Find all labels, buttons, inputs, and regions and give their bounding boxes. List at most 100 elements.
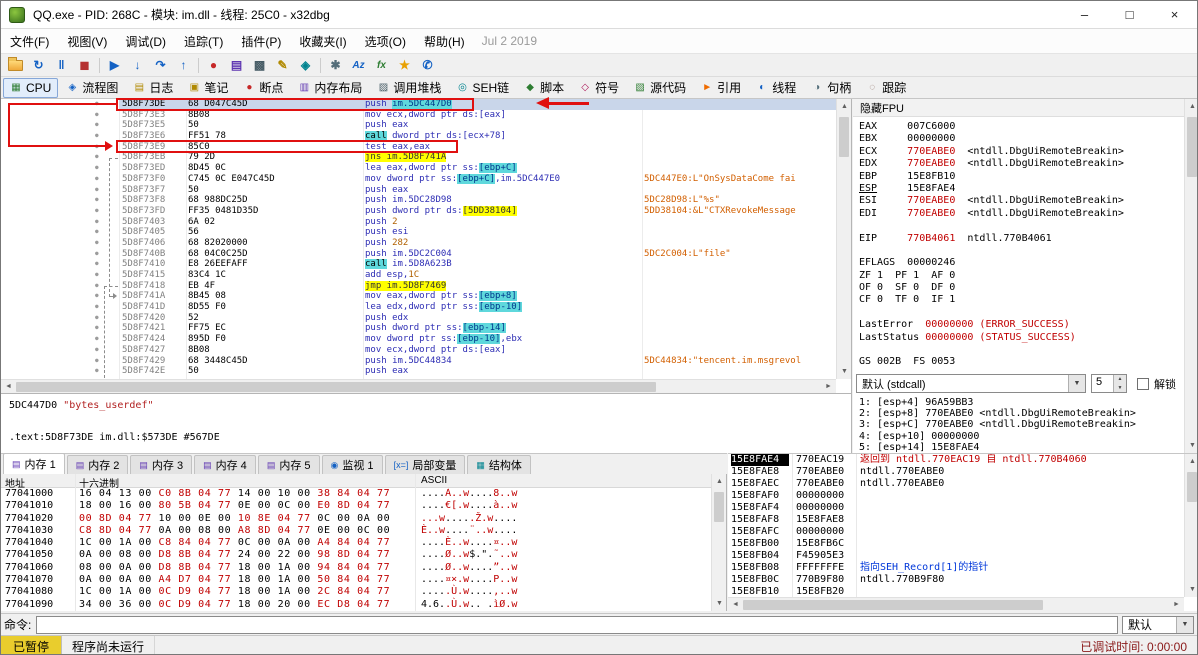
register-line[interactable]: EDI 770EABE0 <ntdll.DbgUiRemoteBreakin> bbox=[859, 208, 1183, 220]
breakpoint-dot[interactable]: ● bbox=[95, 281, 99, 292]
register-line[interactable]: EBX 00000000 bbox=[859, 133, 1183, 145]
restart-button[interactable]: ↻ bbox=[27, 55, 50, 75]
register-line[interactable]: EFLAGS 00000246 bbox=[859, 257, 1183, 269]
dump-row[interactable]: 77041080 1C 00 1A 00 0C D9 04 77 18 00 1A… bbox=[1, 586, 711, 598]
dump-row[interactable]: 77041020 00 8D 04 77 10 00 0E 00 10 8E 04… bbox=[1, 513, 711, 525]
disassembly-pane[interactable]: ●5D8F73DE68 D047C45Dpush im.5DC447D0●5D8… bbox=[1, 97, 852, 393]
run-button[interactable]: ▶ bbox=[103, 55, 126, 75]
tab-references[interactable]: ► 引用 bbox=[694, 76, 748, 99]
breakpoint-dot[interactable]: ● bbox=[95, 323, 99, 334]
register-line[interactable] bbox=[859, 344, 1183, 356]
scroll-left-icon[interactable]: ◄ bbox=[728, 598, 743, 612]
breakpoint-dot[interactable]: ● bbox=[95, 270, 99, 281]
register-line[interactable]: ESI 770EABE0 <ntdll.DbgUiRemoteBreakin> bbox=[859, 195, 1183, 207]
close-button[interactable]: × bbox=[1152, 1, 1197, 28]
stack-pane[interactable]: 15E8FAE4 770EAC19 返回到 ntdll.770EAC19 自 ntd… bbox=[728, 453, 1197, 612]
registers-pane[interactable]: 隐藏FPU EAX 007C6000 EBX 00000000 ECX 770EAB… bbox=[853, 99, 1197, 453]
tab-call-stack[interactable]: ▨ 调用堆栈 bbox=[370, 76, 448, 99]
stack-argument-line[interactable]: 5: [esp+14] 15E8FAE4 bbox=[859, 442, 1183, 453]
appearance-button[interactable]: Az bbox=[347, 55, 370, 75]
hide-fpu-button[interactable]: 隐藏FPU bbox=[853, 99, 1184, 117]
help-phone-button[interactable]: ✆ bbox=[416, 55, 439, 75]
disasm-row[interactable]: ● 5D8F741D 8D55 F0 lea edx,dword ptr ss:[eb… bbox=[1, 302, 836, 313]
stack-argument-line[interactable]: 2: [esp+8] 770EABE0 <ntdll.DbgUiRemoteBr… bbox=[859, 408, 1183, 419]
breakpoint-dot[interactable]: ● bbox=[95, 366, 99, 377]
tab-struct[interactable]: ▦ 结构体 bbox=[467, 455, 531, 474]
stack-argument-line[interactable]: 3: [esp+C] 770EABE0 <ntdll.DbgUiRemoteBr… bbox=[859, 419, 1183, 430]
scroll-down-icon[interactable]: ▼ bbox=[1185, 582, 1197, 597]
disasm-row[interactable]: ● 5D8F73F0 C745 0C E047C45D mov dword ptr s… bbox=[1, 173, 836, 185]
register-line[interactable] bbox=[859, 245, 1183, 257]
tab-locals[interactable]: [x=] 局部变量 bbox=[384, 455, 466, 474]
register-line[interactable]: ECX 770EABE0 <ntdll.DbgUiRemoteBreakin> bbox=[859, 146, 1183, 158]
stack-row[interactable]: 15E8FB00 15E8FB6C bbox=[728, 538, 1184, 550]
breakpoint-dot[interactable]: ● bbox=[95, 120, 99, 131]
dump-row[interactable]: 77041030 C8 8D 04 77 0A 00 08 00 A8 8D 04… bbox=[1, 525, 711, 537]
register-line[interactable] bbox=[859, 220, 1183, 232]
tab-seh[interactable]: ◎ SEH链 bbox=[449, 76, 516, 99]
calling-convention-select[interactable]: 默认 (stdcall) ▼ bbox=[856, 374, 1086, 393]
dump-pane[interactable]: 地址 十六进制 ASCII 77041000 16 04 13 00 C0 8B … bbox=[1, 474, 727, 611]
disasm-row[interactable]: ● 5D8F7421 FF75 EC push dword ptr ss:[ebp-1… bbox=[1, 323, 836, 334]
stack-vertical-scrollbar[interactable]: ▲ ▼ bbox=[1184, 454, 1197, 597]
stack-argument-line[interactable]: 1: [esp+4] 96A59BB3 bbox=[859, 397, 1183, 408]
disasm-row[interactable]: ● 5D8F7429 68 3448C45D push im.5DC44834 5DC4… bbox=[1, 356, 836, 367]
stack-row[interactable]: 15E8FAE4 770EAC19 返回到 ntdll.770EAC19 自 ntd… bbox=[728, 454, 1184, 466]
breakpoint-dot[interactable]: ● bbox=[95, 356, 99, 367]
breakpoint-dot[interactable]: ● bbox=[95, 238, 99, 249]
menu-debug[interactable]: 调试(D) bbox=[116, 29, 175, 54]
graph-button[interactable]: ◈ bbox=[294, 55, 317, 75]
scrollbar-thumb[interactable] bbox=[839, 117, 849, 157]
tab-dump-3[interactable]: ▤ 内存 3 bbox=[130, 455, 193, 474]
disasm-row[interactable]: ● 5D8F7405 56 push esi bbox=[1, 227, 836, 238]
menu-options[interactable]: 选项(O) bbox=[356, 29, 415, 54]
disasm-row[interactable]: ● 5D8F73E5 50 push eax bbox=[1, 120, 836, 131]
dump-row[interactable]: 77041070 0A 00 0A 00 A4 D7 04 77 18 00 1A… bbox=[1, 574, 711, 586]
tab-script[interactable]: ◆ 脚本 bbox=[517, 76, 571, 99]
minimize-button[interactable]: – bbox=[1062, 1, 1107, 28]
register-line[interactable]: GS 002B FS 0053 bbox=[859, 356, 1183, 368]
patches-button[interactable]: ▩ bbox=[248, 55, 271, 75]
menu-trace[interactable]: 追踪(T) bbox=[175, 29, 232, 54]
menu-view[interactable]: 视图(V) bbox=[58, 29, 116, 54]
tab-trace[interactable]: ◌ 跟踪 bbox=[859, 76, 913, 99]
unlock-checkbox[interactable] bbox=[1137, 377, 1149, 390]
menu-favourites[interactable]: 收藏夹(I) bbox=[290, 29, 355, 54]
tab-dump-4[interactable]: ▤ 内存 4 bbox=[194, 455, 256, 474]
open-file-button[interactable] bbox=[4, 55, 27, 75]
pause-button[interactable]: ‖ bbox=[50, 55, 73, 75]
register-line[interactable]: EIP 770B4061 ntdll.770B4061 bbox=[859, 233, 1183, 245]
disasm-row[interactable]: ● 5D8F742E 50 push eax bbox=[1, 366, 836, 377]
breakpoint-dot[interactable]: ● bbox=[95, 195, 99, 206]
breakpoints-button[interactable]: ● bbox=[202, 55, 225, 75]
scrollbar-thumb[interactable] bbox=[743, 599, 1043, 610]
register-line[interactable]: EBP 15E8FB10 bbox=[859, 171, 1183, 183]
breakpoint-dot[interactable]: ● bbox=[95, 163, 99, 174]
stack-row[interactable]: 15E8FAF0 00000000 bbox=[728, 490, 1184, 502]
dump-row[interactable]: 77041090 34 00 36 00 0C D9 04 77 18 00 20… bbox=[1, 599, 711, 611]
scroll-up-icon[interactable]: ▲ bbox=[712, 474, 727, 489]
menu-help[interactable]: 帮助(H) bbox=[415, 29, 474, 54]
disasm-row[interactable]: ● 5D8F73F8 68 988DC25D push im.5DC28D98 5DC2… bbox=[1, 195, 836, 206]
stack-row[interactable]: 15E8FB10 15E8FB20 bbox=[728, 586, 1184, 597]
dump-row[interactable]: 77041060 08 00 0A 00 D8 8B 04 77 18 00 1A… bbox=[1, 562, 711, 574]
breakpoint-dot[interactable]: ● bbox=[95, 131, 99, 142]
tab-dump-1[interactable]: ▤ 内存 1 bbox=[3, 453, 65, 474]
scrollbar-thumb[interactable] bbox=[16, 381, 656, 392]
stack-row[interactable]: 15E8FB08 FFFFFFFE 指向SEH_Record[1]的指针 bbox=[728, 562, 1184, 574]
disasm-row[interactable]: ● 5D8F7418 EB 4F jmp im.5D8F7469 bbox=[1, 280, 836, 292]
maximize-button[interactable]: □ bbox=[1107, 1, 1152, 28]
tab-dump-5[interactable]: ▤ 内存 5 bbox=[257, 455, 320, 474]
scroll-left-icon[interactable]: ◄ bbox=[1, 380, 16, 394]
stack-row[interactable]: 15E8FAE8 770EABE0 ntdll.770EABE0 bbox=[728, 466, 1184, 478]
tab-threads[interactable]: ◐ 线程 bbox=[749, 76, 803, 99]
disasm-vertical-scrollbar[interactable]: ▲ ▼ bbox=[836, 99, 851, 379]
disasm-row[interactable]: ● 5D8F7403 6A 02 push 2 bbox=[1, 217, 836, 228]
scroll-up-icon[interactable]: ▲ bbox=[1185, 454, 1197, 469]
register-line[interactable]: OF 0 SF 0 DF 0 bbox=[859, 282, 1183, 294]
disasm-horizontal-scrollbar[interactable]: ◄ ► bbox=[1, 379, 836, 393]
favourites-button[interactable]: ★ bbox=[393, 55, 416, 75]
tab-cpu[interactable]: ▦ CPU bbox=[3, 77, 59, 98]
disasm-row[interactable]: ● 5D8F7427 8B08 mov ecx,dword ptr ds:[eax] bbox=[1, 345, 836, 356]
breakpoint-dot[interactable]: ● bbox=[95, 313, 99, 324]
